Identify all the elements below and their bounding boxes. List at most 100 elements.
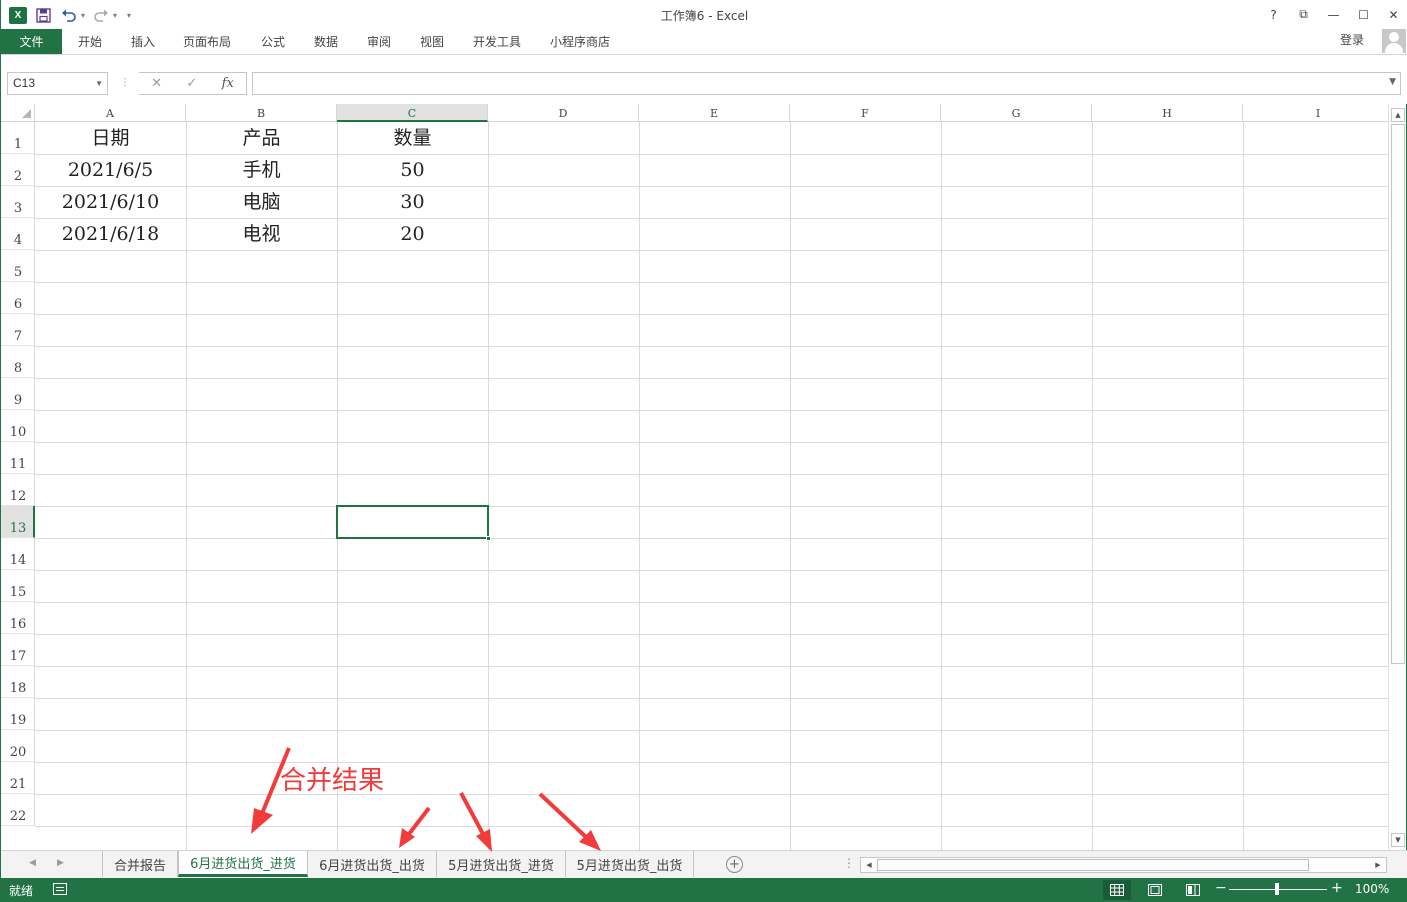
row-header-10[interactable]: 10 <box>1 410 35 442</box>
next-sheet-icon[interactable]: ▶ <box>57 858 64 868</box>
help-button[interactable]: ? <box>1259 0 1288 29</box>
row-header-19[interactable]: 19 <box>1 698 35 730</box>
new-sheet-button[interactable]: + <box>726 856 743 873</box>
horizontal-scrollbar[interactable]: ◀ ▶ <box>860 857 1387 873</box>
normal-view-button[interactable] <box>1103 880 1131 900</box>
zoom-out-icon[interactable]: − <box>1215 880 1227 896</box>
cancel-entry-icon[interactable]: ✕ <box>151 76 162 91</box>
tab-formulas[interactable]: 公式 <box>261 29 285 54</box>
name-box[interactable]: C13 ▼ <box>7 72 108 95</box>
page-layout-view-button[interactable] <box>1141 880 1169 900</box>
select-all-button[interactable] <box>1 104 35 122</box>
cell-a1[interactable]: 日期 <box>35 122 186 154</box>
row-header-11[interactable]: 11 <box>1 442 35 474</box>
row-header-22[interactable]: 22 <box>1 794 35 826</box>
row-header-20[interactable]: 20 <box>1 730 35 762</box>
prev-sheet-icon[interactable]: ◀ <box>29 858 36 868</box>
confirm-entry-icon[interactable]: ✓ <box>186 76 197 91</box>
column-header-a[interactable]: A <box>35 104 186 122</box>
zoom-level[interactable]: 100% <box>1355 882 1389 896</box>
cell-b2[interactable]: 手机 <box>186 154 337 186</box>
row-header-21[interactable]: 21 <box>1 762 35 794</box>
horizontal-scroll-thumb[interactable] <box>877 859 1309 871</box>
fill-handle[interactable] <box>486 536 491 541</box>
tab-insert[interactable]: 插入 <box>131 29 155 54</box>
column-header-g[interactable]: G <box>941 104 1092 122</box>
sign-in-link[interactable]: 登录 <box>1340 31 1364 48</box>
tab-developer[interactable]: 开发工具 <box>473 29 521 54</box>
formula-input[interactable]: ▼ <box>252 72 1401 95</box>
close-button[interactable]: ✕ <box>1379 0 1407 29</box>
row-header-5[interactable]: 5 <box>1 250 35 282</box>
row-header-9[interactable]: 9 <box>1 378 35 410</box>
formula-bar-grip-icon[interactable]: ⋮ <box>120 77 130 88</box>
user-avatar-icon[interactable] <box>1382 29 1406 53</box>
tab-data[interactable]: 数据 <box>314 29 338 54</box>
row-header-2[interactable]: 2 <box>1 154 35 186</box>
expand-formula-bar-icon[interactable]: ▼ <box>1389 77 1396 87</box>
row-header-13[interactable]: 13 <box>1 506 35 538</box>
scroll-right-icon[interactable]: ▶ <box>1372 859 1384 871</box>
row-header-7[interactable]: 7 <box>1 314 35 346</box>
column-header-e[interactable]: E <box>639 104 790 122</box>
sheet-tab-may-shipment[interactable]: 5月进货出货_出货 <box>566 851 694 877</box>
maximize-button[interactable]: ☐ <box>1349 0 1378 29</box>
cell-a3[interactable]: 2021/6/10 <box>35 186 186 218</box>
column-gridline <box>941 122 942 850</box>
scroll-down-icon[interactable]: ▼ <box>1391 833 1405 847</box>
vertical-scrollbar[interactable]: ▲ ▼ <box>1388 104 1406 850</box>
selected-cell-c13[interactable] <box>336 505 491 541</box>
vertical-scroll-thumb[interactable] <box>1391 124 1405 664</box>
row-header-4[interactable]: 4 <box>1 218 35 250</box>
row-header-8[interactable]: 8 <box>1 346 35 378</box>
cell-c3[interactable]: 30 <box>337 186 488 218</box>
tab-home[interactable]: 开始 <box>78 29 102 54</box>
row-header-12[interactable]: 12 <box>1 474 35 506</box>
sheet-tab-merge-report[interactable]: 合并报告 <box>102 851 178 877</box>
row-header-14[interactable]: 14 <box>1 538 35 570</box>
column-header-b[interactable]: B <box>186 104 337 122</box>
excel-window: X ▾ ▾ ▾ 工作簿6 - Excel ? ⧉ — ☐ ✕ 文件 开始 插入 … <box>0 0 1407 902</box>
chevron-down-icon[interactable]: ▼ <box>95 73 103 94</box>
cell-a4[interactable]: 2021/6/18 <box>35 218 186 250</box>
insert-function-icon[interactable]: fx <box>222 76 234 91</box>
row-header-3[interactable]: 3 <box>1 186 35 218</box>
cell-b4[interactable]: 电视 <box>186 218 337 250</box>
cell-b1[interactable]: 产品 <box>186 122 337 154</box>
column-header-f[interactable]: F <box>790 104 941 122</box>
row-header-18[interactable]: 18 <box>1 666 35 698</box>
tab-review[interactable]: 审阅 <box>367 29 391 54</box>
minimize-button[interactable]: — <box>1319 0 1348 29</box>
scroll-left-icon[interactable]: ◀ <box>863 859 875 871</box>
sheet-tab-june-purchase[interactable]: 6月进货出货_进货 <box>178 851 308 877</box>
column-header-i[interactable]: I <box>1243 104 1388 122</box>
row-gridline <box>35 410 1388 411</box>
column-header-c[interactable]: C <box>337 104 488 122</box>
sheet-tab-june-shipment[interactable]: 6月进货出货_出货 <box>308 851 437 877</box>
scroll-up-icon[interactable]: ▲ <box>1391 108 1405 122</box>
page-break-view-button[interactable] <box>1179 880 1207 900</box>
worksheet-grid[interactable]: A B C D E F G H I 1 2 3 4 5 6 7 8 9 10 11 12 13 14 15 16 17 18 19 20… <box>1 104 1388 850</box>
tab-mini-program-store[interactable]: 小程序商店 <box>550 29 610 54</box>
cell-b3[interactable]: 电脑 <box>186 186 337 218</box>
tab-view[interactable]: 视图 <box>420 29 444 54</box>
ribbon-display-options-button[interactable]: ⧉ <box>1289 0 1318 29</box>
column-header-d[interactable]: D <box>488 104 639 122</box>
column-header-h[interactable]: H <box>1092 104 1243 122</box>
cell-c1[interactable]: 数量 <box>337 122 488 154</box>
tab-page-layout[interactable]: 页面布局 <box>183 29 231 54</box>
tab-file[interactable]: 文件 <box>1 29 62 54</box>
tab-split-grip-icon[interactable]: ⋮ <box>843 856 855 870</box>
row-header-15[interactable]: 15 <box>1 570 35 602</box>
row-header-17[interactable]: 17 <box>1 634 35 666</box>
cell-a2[interactable]: 2021/6/5 <box>35 154 186 186</box>
cell-c4[interactable]: 20 <box>337 218 488 250</box>
macro-record-icon[interactable] <box>53 883 67 895</box>
zoom-slider-knob[interactable] <box>1275 883 1279 895</box>
row-header-1[interactable]: 1 <box>1 122 35 154</box>
zoom-in-icon[interactable]: + <box>1331 880 1343 896</box>
row-header-16[interactable]: 16 <box>1 602 35 634</box>
sheet-tab-may-purchase[interactable]: 5月进货出货_进货 <box>437 851 566 877</box>
row-header-6[interactable]: 6 <box>1 282 35 314</box>
cell-c2[interactable]: 50 <box>337 154 488 186</box>
